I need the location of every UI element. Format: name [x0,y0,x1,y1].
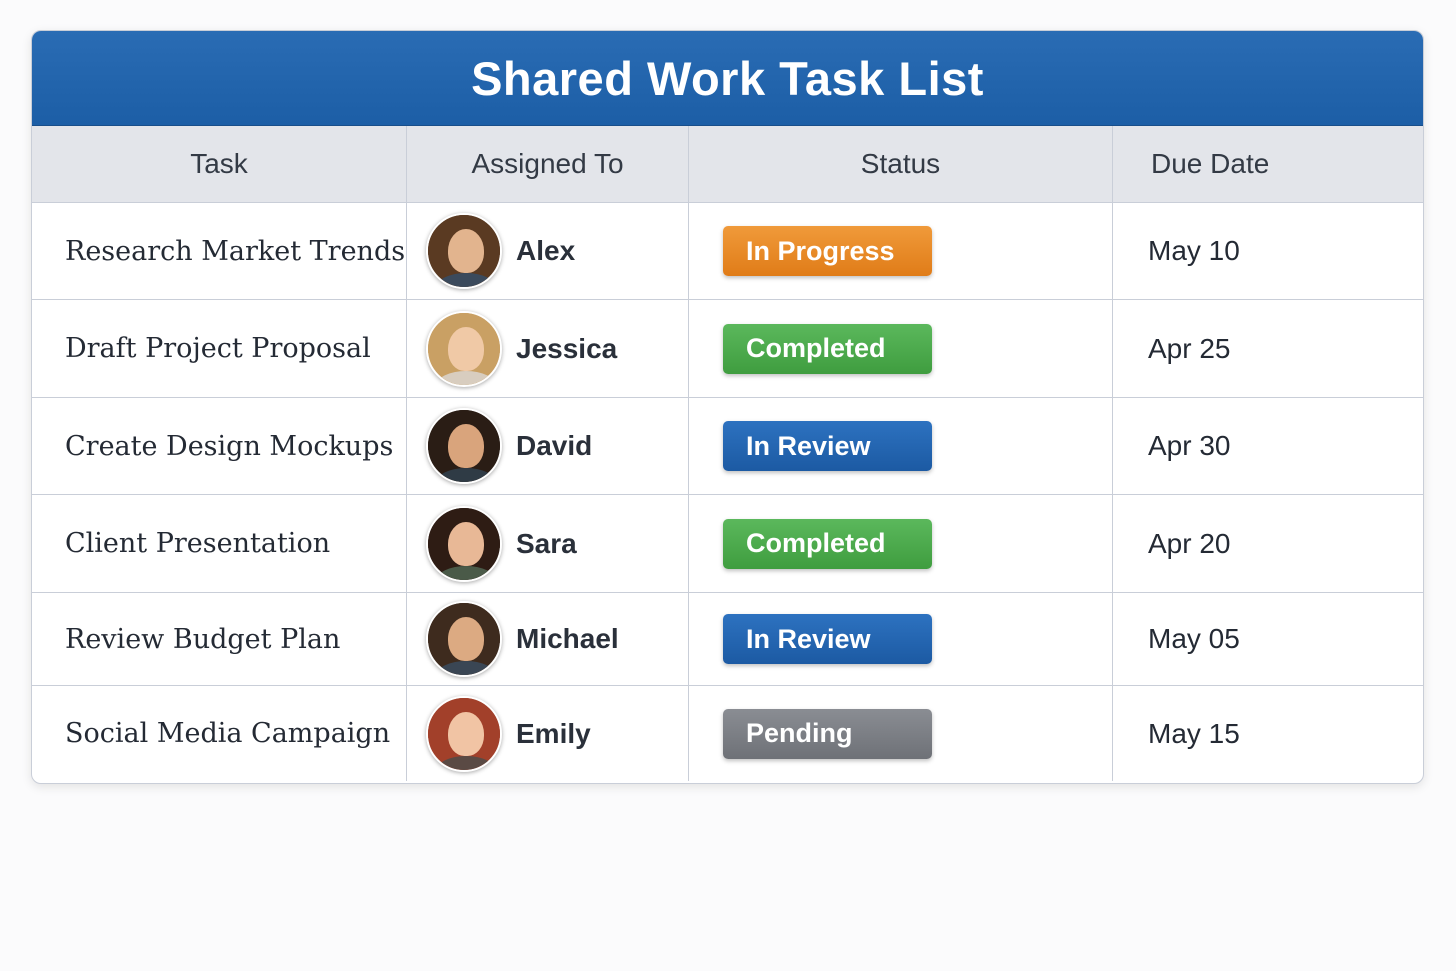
status-badge[interactable]: Completed [723,518,932,569]
due-date: May 10 [1148,235,1240,266]
assignee-name: Sara [516,527,577,559]
assignee-name: Emily [516,717,591,749]
avatar-shoulders [436,468,496,482]
status-cell: In Review [689,593,1113,685]
avatar-shoulders [436,370,496,385]
due-date: Apr 25 [1148,332,1231,364]
avatar-shoulders [436,661,496,675]
table-row[interactable]: Social Media Campaign Emily Pending May 15 [32,686,1423,781]
assignee-cell: Alex [407,203,689,299]
table-header-row: Task Assigned To Status Due Date [32,126,1423,203]
assignee-name: Jessica [516,332,618,364]
status-badge[interactable]: In Progress [723,226,932,276]
avatar-shoulders [436,755,496,770]
table-row[interactable]: Draft Project Proposal Jessica Completed Ap… [32,300,1423,398]
task-name[interactable]: Research Market Trends [32,203,407,299]
due-date: May 15 [1148,717,1240,749]
task-table: Task Assigned To Status Due Date Researc… [32,126,1423,781]
table-row[interactable]: Research Market Trends Alex In Progress May… [32,203,1423,300]
avatar [426,213,502,289]
status-badge[interactable]: Completed [723,323,932,374]
table-row[interactable]: Create Design Mockups David In Review Apr 3… [32,398,1423,495]
task-name[interactable]: Create Design Mockups [32,398,407,494]
assignee-cell: David [407,398,689,494]
avatar-face [448,711,484,756]
task-name[interactable]: Draft Project Proposal [32,300,407,397]
due-date: May 05 [1148,623,1240,654]
avatar-shoulders [436,273,496,287]
assignee-cell: Emily [407,686,689,781]
due-date: Apr 30 [1148,430,1231,461]
assignee-cell: Michael [407,593,689,685]
avatar [426,505,502,582]
task-name[interactable]: Social Media Campaign [32,686,407,781]
avatar [426,601,502,677]
table-row[interactable]: Review Budget Plan Michael In Review May 05 [32,593,1423,686]
task-name[interactable]: Review Budget Plan [32,593,407,685]
status-badge[interactable]: Pending [723,708,932,759]
status-badge[interactable]: In Review [723,614,932,664]
avatar-face [448,424,484,468]
status-cell: In Progress [689,203,1113,299]
table-row[interactable]: Client Presentation Sara Completed Apr 20 [32,495,1423,593]
avatar [426,310,502,387]
page-title: Shared Work Task List [32,31,1423,126]
status-cell: Pending [689,686,1113,781]
status-cell: Completed [689,495,1113,592]
due-date: Apr 20 [1148,527,1231,559]
column-header-status[interactable]: Status [689,126,1113,202]
avatar-face [448,521,484,566]
assignee-name: Michael [516,623,619,654]
assignee-cell: Sara [407,495,689,592]
status-cell: Completed [689,300,1113,397]
assignee-name: Alex [516,235,576,266]
status-badge[interactable]: In Review [723,421,932,471]
assignee-cell: Jessica [407,300,689,397]
assignee-name: David [516,430,593,461]
avatar-face [448,229,484,273]
avatar [426,695,502,772]
avatar-shoulders [436,565,496,580]
avatar [426,408,502,484]
column-header-task[interactable]: Task [32,126,407,202]
column-header-assigned-to[interactable]: Assigned To [407,126,689,202]
task-list-card: Shared Work Task List Task Assigned To S… [31,30,1424,784]
column-header-due-date[interactable]: Due Date [1113,126,1423,202]
avatar-face [448,326,484,371]
status-cell: In Review [689,398,1113,494]
task-name[interactable]: Client Presentation [32,495,407,592]
avatar-face [448,617,484,661]
